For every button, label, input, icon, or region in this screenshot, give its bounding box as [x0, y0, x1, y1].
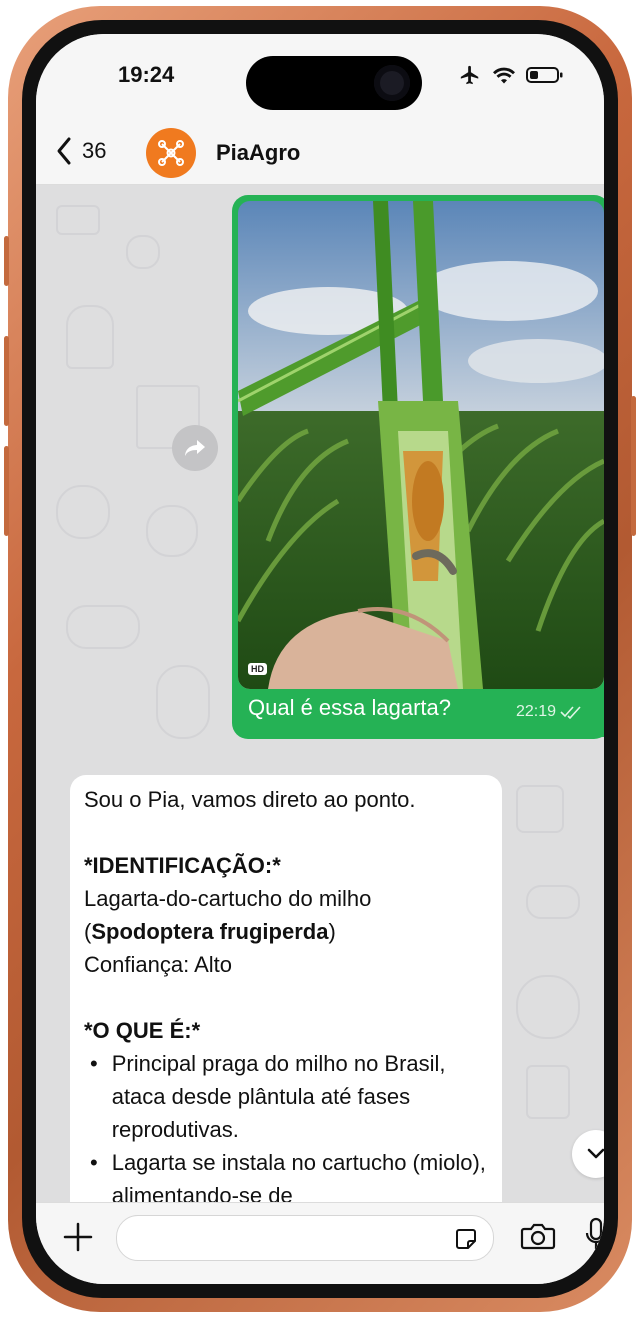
- wallpaper-doodle: [126, 235, 160, 269]
- list-item-text: Lagarta se instala no cartucho (miolo), …: [111, 1150, 486, 1202]
- wallpaper-doodle: [526, 885, 580, 919]
- wallpaper-doodle: [146, 505, 198, 557]
- intro-line: Sou o Pia, vamos direto ao ponto.: [84, 787, 416, 812]
- molecule-network-icon: [158, 140, 184, 166]
- plus-icon: [63, 1222, 93, 1252]
- incoming-message-text: Sou o Pia, vamos direto ao ponto. *IDENT…: [84, 783, 489, 1202]
- identification-name: Lagarta-do-cartucho do milho: [84, 886, 372, 911]
- chevron-left-icon: [57, 137, 71, 165]
- forward-button[interactable]: [172, 425, 218, 471]
- phone-frame: 19:24 36 PiaAgro HD Qual é essa lagarta?…: [4, 6, 636, 1312]
- bullet-dot: •: [90, 1051, 98, 1076]
- wifi-icon: [493, 67, 515, 84]
- back-button[interactable]: 36: [56, 136, 106, 166]
- wallpaper-doodle: [56, 485, 110, 539]
- sticker-button[interactable]: [453, 1226, 479, 1257]
- contact-name[interactable]: PiaAgro: [216, 140, 300, 166]
- power-button: [631, 396, 636, 536]
- dynamic-island: [246, 56, 422, 110]
- screen: 19:24 36 PiaAgro HD Qual é essa lagarta?…: [36, 34, 604, 1284]
- camera-icon: [520, 1223, 556, 1250]
- outgoing-message-meta: 22:19: [516, 703, 582, 721]
- wallpaper-doodle: [66, 605, 140, 649]
- unread-count: 36: [82, 138, 107, 163]
- volume-down-button: [4, 446, 9, 536]
- photo-illustration: [238, 201, 604, 689]
- scroll-to-bottom-button[interactable]: [572, 1130, 604, 1178]
- message-time: 22:19: [516, 703, 557, 720]
- scientific-name-line: (Spodoptera frugiperda): [84, 915, 489, 948]
- attach-button[interactable]: [62, 1221, 94, 1258]
- avatar[interactable]: [146, 128, 196, 178]
- wallpaper-doodle: [66, 305, 114, 369]
- battery-icon: [526, 67, 563, 83]
- message-input-bar: [36, 1202, 604, 1284]
- list-item-text: Principal praga do milho no Brasil, atac…: [111, 1051, 446, 1142]
- outgoing-message[interactable]: HD Qual é essa lagarta? 22:19: [232, 195, 604, 739]
- microphone-button[interactable]: [584, 1217, 604, 1258]
- chevron-down-icon: [587, 1148, 604, 1159]
- wallpaper-doodle: [516, 785, 564, 833]
- wallpaper-doodle: [526, 1065, 570, 1119]
- volume-up-button: [4, 336, 9, 426]
- status-time: 19:24: [118, 62, 175, 87]
- status-icons: [458, 64, 564, 86]
- what-heading: *O QUE É:*: [84, 1018, 201, 1043]
- action-button: [4, 236, 9, 286]
- phone-bezel: 19:24 36 PiaAgro HD Qual é essa lagarta?…: [22, 20, 618, 1298]
- camera-button[interactable]: [520, 1221, 556, 1256]
- list-item: • Principal praga do milho no Brasil, ata…: [84, 1047, 489, 1146]
- airplane-icon: [460, 65, 479, 85]
- chat-area[interactable]: HD Qual é essa lagarta? 22:19 Sou o Pia,…: [36, 185, 604, 1202]
- outgoing-message-text: Qual é essa lagarta?: [248, 695, 452, 720]
- wallpaper-doodle: [56, 205, 100, 235]
- list-item: • Lagarta se instala no cartucho (miolo),…: [84, 1146, 489, 1202]
- corn-leaf-photo[interactable]: HD: [238, 201, 604, 689]
- bullet-dot: •: [90, 1150, 98, 1175]
- wallpaper-doodle: [156, 665, 210, 739]
- identification-heading: *IDENTIFICAÇÃO:*: [84, 853, 281, 878]
- double-check-icon: [560, 706, 581, 719]
- scientific-close: ): [328, 919, 336, 944]
- sticker-icon: [456, 1229, 476, 1249]
- forward-arrow-icon: [185, 440, 205, 456]
- outgoing-message-tail: [601, 715, 604, 737]
- scientific-name: Spodoptera frugiperda: [91, 919, 329, 944]
- confidence-line: Confiança: Alto: [84, 952, 232, 977]
- microphone-icon: [585, 1217, 604, 1249]
- hd-badge: HD: [248, 663, 267, 675]
- wallpaper-doodle: [516, 975, 580, 1039]
- chat-header: 36 PiaAgro: [36, 124, 604, 185]
- incoming-message[interactable]: Sou o Pia, vamos direto ao ponto. *IDENT…: [70, 775, 502, 1202]
- front-camera: [374, 65, 410, 101]
- message-input[interactable]: [116, 1215, 494, 1261]
- status-bar: 19:24: [36, 34, 604, 124]
